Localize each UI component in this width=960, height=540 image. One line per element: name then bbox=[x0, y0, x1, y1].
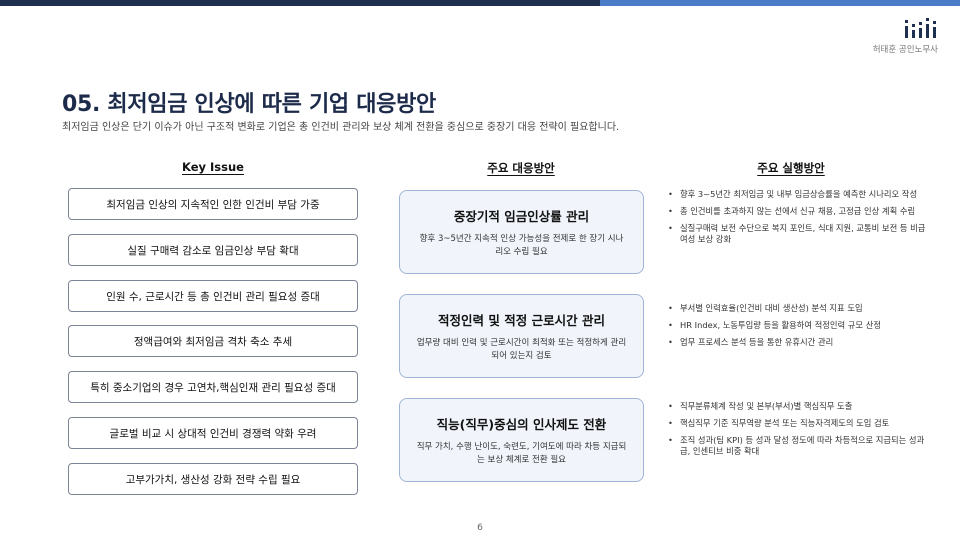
response-box: 중장기적 임금인상률 관리 향후 3~5년간 지속적 인상 가능성을 전제로 한… bbox=[399, 190, 644, 274]
company-logo-icon bbox=[905, 18, 936, 38]
column-header-response: 주요 대응방안 bbox=[487, 161, 555, 175]
response-box: 직능(직무)중심의 인사제도 전환 직무 가치, 수행 난이도, 숙련도, 기여… bbox=[399, 398, 644, 482]
response-description: 직무 가치, 수행 난이도, 숙련도, 기여도에 따라 차등 지급되는 보상 체… bbox=[416, 442, 627, 465]
issue-box: 글로벌 비교 시 상대적 인건비 경쟁력 약화 우려 bbox=[68, 417, 358, 449]
action-list: 직무분류체계 작성 및 본부(부서)별 핵심직무 도출 핵심직무 기준 직무역량… bbox=[668, 401, 930, 463]
action-item: HR Index, 노동투입량 등을 활용하여 적정인력 규모 산정 bbox=[668, 320, 930, 332]
issue-box: 정액급여와 최저임금 격차 축소 추세 bbox=[68, 325, 358, 357]
action-list: 부서별 인력효율(인건비 대비 생산성) 분석 지표 도입 HR Index, … bbox=[668, 303, 930, 353]
page-number: 6 bbox=[477, 523, 483, 533]
action-item: 부서별 인력효율(인건비 대비 생산성) 분석 지표 도입 bbox=[668, 303, 930, 315]
action-item: 핵심직무 기준 직무역량 분석 또는 직능자격제도의 도입 검토 bbox=[668, 418, 930, 430]
response-title: 중장기적 임금인상률 관리 bbox=[453, 209, 590, 225]
issue-box: 실질 구매력 감소로 임금인상 부담 확대 bbox=[68, 234, 358, 266]
issue-box: 특히 중소기업의 경우 고연차,핵심인재 관리 필요성 증대 bbox=[68, 371, 358, 403]
action-item: 총 인건비를 초과하지 않는 선에서 신규 채용, 고정급 인상 계획 수립 bbox=[668, 206, 930, 218]
top-accent-bar-light bbox=[600, 0, 960, 6]
response-title: 적정인력 및 적정 근로시간 관리 bbox=[438, 313, 605, 329]
response-box: 적정인력 및 적정 근로시간 관리 업무량 대비 인력 및 근로시간이 최적화 … bbox=[399, 294, 644, 378]
column-header-action: 주요 실행방안 bbox=[757, 161, 825, 175]
response-description: 업무량 대비 인력 및 근로시간이 최적화 또는 적정하게 관리되어 있는지 검… bbox=[416, 338, 627, 361]
action-item: 조직 성과(팀 KPI) 등 성과 달성 정도에 따라 차등적으로 지급되는 성… bbox=[668, 435, 930, 459]
action-item: 업무 프로세스 분석 등을 통한 유휴시간 관리 bbox=[668, 337, 930, 349]
issue-box: 최저임금 인상의 지속적인 인한 인건비 부담 가중 bbox=[68, 188, 358, 220]
response-title: 직능(직무)중심의 인사제도 전환 bbox=[436, 417, 607, 433]
page-subtitle: 최저임금 인상은 단기 이슈가 아닌 구조적 변화로 기업은 총 인건비 관리와… bbox=[62, 122, 620, 133]
issue-box: 고부가가치, 생산성 강화 전략 수립 필요 bbox=[68, 463, 358, 495]
action-item: 실질구매력 보전 수단으로 복지 포인트, 식대 지원, 교통비 보전 등 비급… bbox=[668, 223, 930, 247]
column-header-issue: Key Issue bbox=[182, 160, 244, 174]
issue-box: 인원 수, 근로시간 등 총 인건비 관리 필요성 증대 bbox=[68, 280, 358, 312]
action-item: 직무분류체계 작성 및 본부(부서)별 핵심직무 도출 bbox=[668, 401, 930, 413]
action-list: 향후 3~5년간 최저임금 및 내부 임금상승률을 예측한 시나리오 작성 총 … bbox=[668, 189, 930, 251]
response-description: 향후 3~5년간 지속적 인상 가능성을 전제로 한 장기 시나리오 수립 필요 bbox=[419, 234, 624, 257]
company-name: 허태훈 공인노무사 bbox=[872, 45, 938, 55]
top-accent-bar-dark bbox=[0, 0, 600, 6]
action-item: 향후 3~5년간 최저임금 및 내부 임금상승률을 예측한 시나리오 작성 bbox=[668, 189, 930, 201]
page-title: 05. 최저임금 인상에 따른 기업 대응방안 bbox=[62, 92, 436, 117]
